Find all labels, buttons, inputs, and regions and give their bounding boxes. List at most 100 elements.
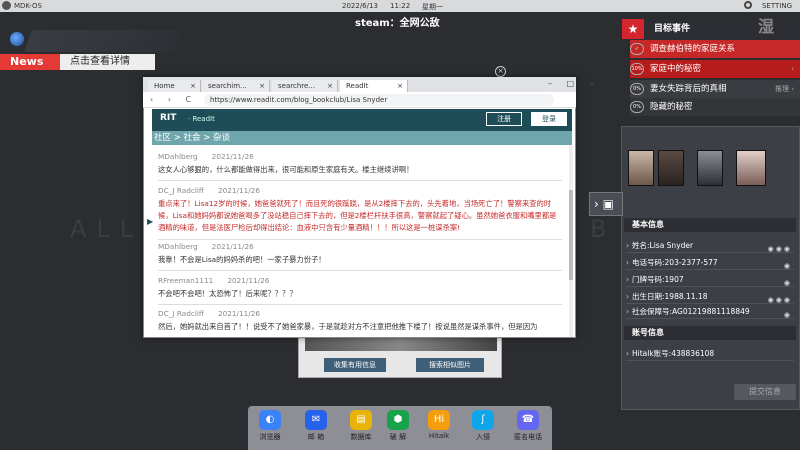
dock-crack[interactable]: ⬢ 破 解 xyxy=(380,410,416,442)
info-row-ssn[interactable]: › 社会保障号:AG01219881118849 ◉ xyxy=(626,305,794,319)
tab-label: ReadIt xyxy=(346,82,369,90)
info-value: 出生日期:1988.11.18 xyxy=(632,292,708,301)
close-icon[interactable]: × xyxy=(495,66,506,77)
os-name: MDK-OS xyxy=(14,2,42,10)
scrollbar-thumb[interactable] xyxy=(569,190,573,280)
post-date: 2021/11/26 xyxy=(217,186,261,195)
news-tag[interactable]: News xyxy=(0,54,60,70)
dock-label: 破 解 xyxy=(389,433,407,441)
tab-searchim[interactable]: searchim... × xyxy=(202,80,270,92)
info-action-icons[interactable]: ◉ xyxy=(784,308,792,322)
os-logo-icon xyxy=(2,1,11,10)
news-globe-bar xyxy=(23,30,183,52)
dock-anon-call[interactable]: ☎ 匿名电话 xyxy=(508,410,548,442)
tab-close-icon[interactable]: × xyxy=(190,80,196,92)
objective-label: 隐藏的秘密 xyxy=(650,102,693,112)
progress-badge: 0% xyxy=(630,83,644,95)
tab-close-icon[interactable]: × xyxy=(327,80,333,92)
dock-label: 数据库 xyxy=(350,433,372,441)
tab-label: searchim... xyxy=(208,82,247,90)
globe-icon xyxy=(10,32,24,46)
divider xyxy=(158,180,562,181)
post-body: 然后，她妈就出来自首了！！说受不了她爸家暴，于是就趁对方不注意把他推下楼了！按说… xyxy=(158,322,538,331)
tab-close-icon[interactable]: × xyxy=(259,80,265,92)
breadcrumb[interactable]: 社区 > 社会 > 杂谈 xyxy=(152,131,572,145)
setting-button[interactable]: SETTING xyxy=(762,2,792,10)
window-controls[interactable]: – □ × xyxy=(548,79,601,88)
basic-info-header: 基本信息 xyxy=(624,218,796,232)
tab-searchre[interactable]: searchre... × xyxy=(272,80,338,92)
deduce-button[interactable]: 推理 › xyxy=(775,80,794,98)
search-similar-button[interactable]: 搜索相似图片 xyxy=(416,358,484,372)
divider xyxy=(158,304,562,305)
objective-item[interactable]: 0% 隐藏的秘密 xyxy=(630,98,800,116)
post-user[interactable]: RFreeman1111 xyxy=(158,276,213,285)
arrow-icon: › xyxy=(626,307,629,316)
mail-icon: ✉ xyxy=(305,410,327,430)
info-row-birth[interactable]: › 出生日期:1988.11.18 ◉◉◉ xyxy=(626,290,794,304)
url-input[interactable]: https://www.readit.com/blog_bookclub/Lis… xyxy=(204,94,554,106)
tab-home[interactable]: Home × xyxy=(148,80,201,92)
news-details-link[interactable]: 点击查看详情 xyxy=(60,54,155,70)
database-icon: ▤ xyxy=(350,410,372,430)
post-user[interactable]: MDahlberg xyxy=(158,152,198,161)
collect-info-button[interactable]: 收集有用信息 xyxy=(324,358,386,372)
phone-icon: ☎ xyxy=(517,410,539,430)
register-button[interactable]: 注册 xyxy=(486,112,522,126)
tab-readit[interactable]: ReadIt × xyxy=(340,80,408,92)
info-value: Hitalk账号:438836108 xyxy=(632,349,715,358)
os-top-bar: MDK-OS 2022/6/13 11:22 星期一 SETTING xyxy=(0,0,800,12)
arrow-icon: › xyxy=(626,241,629,250)
tab-close-icon[interactable]: × xyxy=(397,80,403,92)
info-action-icons[interactable]: ◉ xyxy=(784,259,792,273)
objective-item[interactable]: 0% 妻女失踪背后的真相 推理 › xyxy=(630,80,800,98)
submit-info-button[interactable]: 提交信息 xyxy=(734,384,796,400)
browser-icon: ◐ xyxy=(259,410,281,430)
objective-item[interactable]: ✓ 调查赫伯特的家庭关系 xyxy=(630,40,800,58)
info-value: 电话号码:203-2377-577 xyxy=(632,258,718,267)
dock-browser[interactable]: ◐ 浏览器 xyxy=(252,410,288,442)
objective-label: 调查赫伯特的家庭关系 xyxy=(650,44,736,54)
post-body: 不会吧不会吧！太恐怖了！后来呢？？？？ xyxy=(158,289,297,298)
info-row-phone[interactable]: › 电话号码:203-2377-577 ◉ xyxy=(626,256,794,270)
desktop-bg-text-left: ALL xyxy=(70,215,144,243)
info-row-house[interactable]: › 门牌号码:1907 ◉ xyxy=(626,273,794,287)
post-date: 2021/11/26 xyxy=(217,309,261,318)
post-body: 我靠！不会是Lisa的妈妈杀的吧！一家子暴力份子！ xyxy=(158,255,326,264)
check-icon: ✓ xyxy=(630,43,644,55)
login-button[interactable]: 登录 xyxy=(531,112,567,126)
objective-label: 家庭中的秘密 xyxy=(650,64,702,74)
nav-buttons[interactable]: ‹ › C xyxy=(150,92,197,108)
dock-database[interactable]: ▤ 数据库 xyxy=(343,410,379,442)
post-list: MDahlberg 2021/11/26 这女人心够狠的，什么都能做得出来，很可能… xyxy=(152,146,568,336)
desktop-bg-text-right: B xyxy=(590,215,607,243)
info-row-name[interactable]: › 姓名:Lisa Snyder ◉◉◉ xyxy=(626,239,794,253)
arrow-icon: › xyxy=(626,349,629,358)
portrait-1[interactable] xyxy=(628,150,654,186)
tab-label: searchre... xyxy=(278,82,315,90)
list-item: MDahlberg 2021/11/26 这女人心够狠的，什么都能做得出来，很可能… xyxy=(158,152,562,176)
dock-label: 浏览器 xyxy=(259,433,281,441)
portrait-4[interactable] xyxy=(736,150,766,186)
post-date: 2021/11/26 xyxy=(211,152,254,161)
readit-logo[interactable]: RIT xyxy=(160,113,176,123)
portrait-3[interactable] xyxy=(697,150,723,186)
objective-item[interactable]: 10% 家庭中的秘密 › xyxy=(630,60,800,78)
info-action-icons[interactable]: ◉ xyxy=(784,276,792,290)
post-user[interactable]: MDahlberg xyxy=(158,242,198,251)
dock-intrude[interactable]: ʃ 入侵 xyxy=(465,410,501,442)
side-panel-toggle[interactable]: › ▣ xyxy=(589,192,623,216)
readit-logo-sub: · ReadIt xyxy=(188,115,215,123)
post-user[interactable]: DC_J Radcliff xyxy=(158,309,204,318)
system-date: 2022/6/13 xyxy=(342,2,378,10)
gear-icon[interactable] xyxy=(744,1,752,9)
info-row-hitalk[interactable]: › Hitalk账号:438836108 xyxy=(626,347,794,361)
dock-label: 邮 箱 xyxy=(307,433,325,441)
info-action-icons[interactable]: ◉◉◉ xyxy=(768,242,792,256)
dock-hitalk[interactable]: Hi Hitalk xyxy=(421,410,457,440)
list-item: MDahlberg 2021/11/26 我靠！不会是Lisa的妈妈杀的吧！一家子… xyxy=(158,242,562,266)
portrait-2[interactable] xyxy=(658,150,684,186)
dock-mail[interactable]: ✉ 邮 箱 xyxy=(298,410,334,442)
post-user[interactable]: DC_J Radcliff xyxy=(158,186,204,195)
arrow-icon: › xyxy=(626,275,629,284)
